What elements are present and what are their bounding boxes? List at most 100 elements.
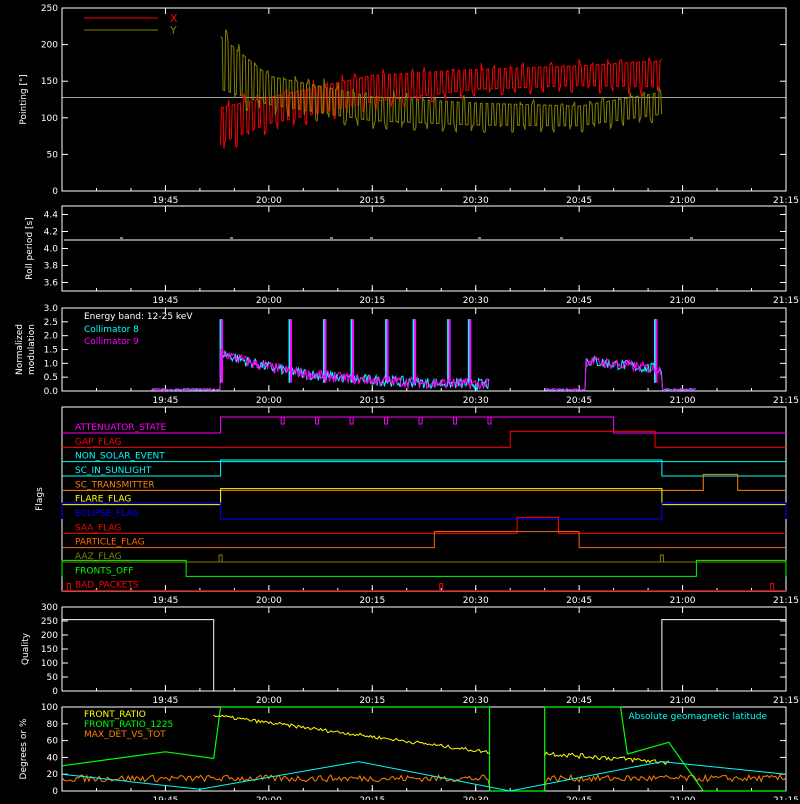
y-tick-label: 2.0: [44, 332, 59, 342]
y-tick-label: 1.0: [44, 359, 59, 369]
x-tick-label: 21:00: [670, 796, 696, 800]
geomagnetic-latitude-label: Absolute geomagnetic latitude: [628, 712, 767, 722]
quality-line: [62, 619, 786, 692]
y-tick-label: 0.5: [44, 373, 58, 383]
legend-label: Collimator 9: [84, 337, 139, 347]
x-tick-label: 20:45: [566, 796, 592, 800]
flag-label: SAA_FLAG: [75, 523, 121, 533]
x-tick-label: 20:15: [359, 596, 385, 606]
y-axis-label: Quality: [21, 632, 31, 665]
x-tick-label: 21:00: [670, 596, 696, 606]
flag-line: [62, 531, 786, 549]
x-tick-label: 21:15: [773, 296, 799, 306]
y-tick-label: 1.5: [44, 346, 58, 356]
y-tick-label: 60: [47, 737, 59, 747]
x-tick-label: 20:00: [256, 296, 282, 306]
x-tick-label: 20:45: [566, 396, 592, 406]
x-tick-label: 20:15: [359, 196, 385, 206]
y-axis-label: Degrees or %: [19, 718, 29, 779]
x-tick-label: 20:00: [256, 396, 282, 406]
x-tick-label: 19:45: [152, 596, 178, 606]
flag-label: GAP_FLAG: [75, 437, 121, 447]
collimator-8-line: [544, 355, 696, 392]
y-tick-label: 40: [47, 753, 59, 763]
y-tick-label: 0: [52, 187, 58, 197]
y-tick-label: 2.5: [44, 318, 58, 328]
panel-4: 19:45 20:00 20:15 20:30 20:45 21:00 21:15 Flags…: [35, 406, 799, 606]
legend-label: MAX_DET_VS_TOT: [84, 730, 166, 740]
y-tick-label: 200: [41, 41, 58, 51]
flag-line: [62, 430, 786, 448]
geomagnetic-latitude-line: [61, 761, 787, 792]
x-tick-label: 20:30: [463, 696, 489, 706]
x-tick-label: 21:00: [670, 696, 696, 706]
panel-2: 19:45 20:00 20:15 20:30 20:45 21:00 21:15 3.6 3.…: [25, 205, 799, 306]
y-tick-label: 0: [52, 687, 58, 697]
x-tick-label: 20:15: [359, 396, 385, 406]
flag-label: SC_TRANSMITTER: [75, 480, 155, 490]
flag-spike: [315, 417, 320, 425]
flag-label: BAD_PACKETS: [75, 581, 139, 591]
x-tick-label: 21:15: [773, 696, 799, 706]
x-tick-label: 20:00: [256, 196, 282, 206]
panel-frame: [61, 406, 787, 592]
flag-line: [62, 473, 786, 491]
y-tick-label: 80: [47, 720, 59, 730]
flag-spike: [418, 417, 423, 425]
y-tick-label: 100: [41, 114, 58, 124]
flag-line: [62, 516, 786, 534]
flag-label: ECLIPSE_FLAG: [75, 509, 139, 519]
flag-spike: [487, 417, 492, 425]
chart-figure: 19:45 20:00 20:15 20:30 20:45 21:00 21:15 0 50 10…: [0, 0, 800, 804]
y-tick-label: 100: [41, 703, 58, 713]
y-tick-label: 3.0: [44, 304, 59, 314]
flag-spike: [280, 417, 285, 425]
x-tick-label: 20:45: [566, 696, 592, 706]
x-tick-label: 19:45: [152, 796, 178, 800]
front-ratio-line: [213, 714, 490, 754]
flag-spike: [453, 417, 458, 425]
flag-spike: [349, 417, 354, 425]
flag-label: ATTENUATOR_STATE: [75, 423, 167, 433]
y-tick-label: 100: [41, 659, 58, 669]
panel-6: 19:45 20:00 20:15 20:30 20:45 21:00 21:15 0 20 40…: [19, 703, 799, 804]
y-axis-label: Normalized: [15, 324, 25, 375]
x-tick-label: 20:00: [256, 796, 282, 800]
y-axis-label: Roll period [s]: [25, 217, 35, 279]
max-det-vs-tot-line: [61, 773, 787, 792]
x-tick-label: 20:00: [256, 696, 282, 706]
x-tick-label: 20:15: [359, 296, 385, 306]
x-tick-label: 21:00: [670, 396, 696, 406]
y-tick-label: 300: [41, 603, 58, 613]
x-tick-label: 20:30: [463, 596, 489, 606]
y-tick-label: 4.4: [44, 211, 59, 221]
y-tick-label: 150: [41, 645, 58, 655]
flag-spike: [384, 417, 389, 425]
legend-label: FRONT_RATIO: [84, 710, 146, 720]
collimator-9-line: [151, 348, 490, 392]
x-tick-label: 19:45: [152, 696, 178, 706]
y-tick-label: 20: [47, 770, 59, 780]
legend-label: Y: [169, 24, 177, 37]
y-axis-label: Pointing ["]: [19, 74, 29, 124]
legend-label: Collimator 8: [84, 325, 139, 335]
y-tick-label: 0: [52, 787, 58, 797]
x-tick-label: 20:30: [463, 196, 489, 206]
front-ratio-line: [544, 751, 670, 766]
panel-5: 19:45 20:00 20:15 20:30 20:45 21:00 21:15 0 50 10…: [21, 603, 799, 706]
x-tick-label: 20:45: [566, 196, 592, 206]
x-tick-label: 20:30: [463, 396, 489, 406]
x-tick-label: 20:45: [566, 296, 592, 306]
x-tick-label: 20:15: [359, 796, 385, 800]
x-tick-label: 21:00: [670, 296, 696, 306]
y-tick-label: 4.2: [44, 228, 58, 238]
flag-label: PARTICLE_FLAG: [75, 538, 145, 548]
chart-canvas: 19:45 20:00 20:15 20:30 20:45 21:00 21:15 0 50 10…: [15, 4, 799, 804]
y-tick-label: 150: [41, 77, 58, 87]
y-axis-label: modulation: [27, 324, 37, 375]
x-tick-label: 20:30: [463, 796, 489, 800]
y-tick-label: 3.6: [44, 279, 59, 289]
panel-frame: [61, 205, 787, 292]
y-tick-label: 250: [41, 617, 58, 627]
flag-spike: [770, 583, 775, 591]
